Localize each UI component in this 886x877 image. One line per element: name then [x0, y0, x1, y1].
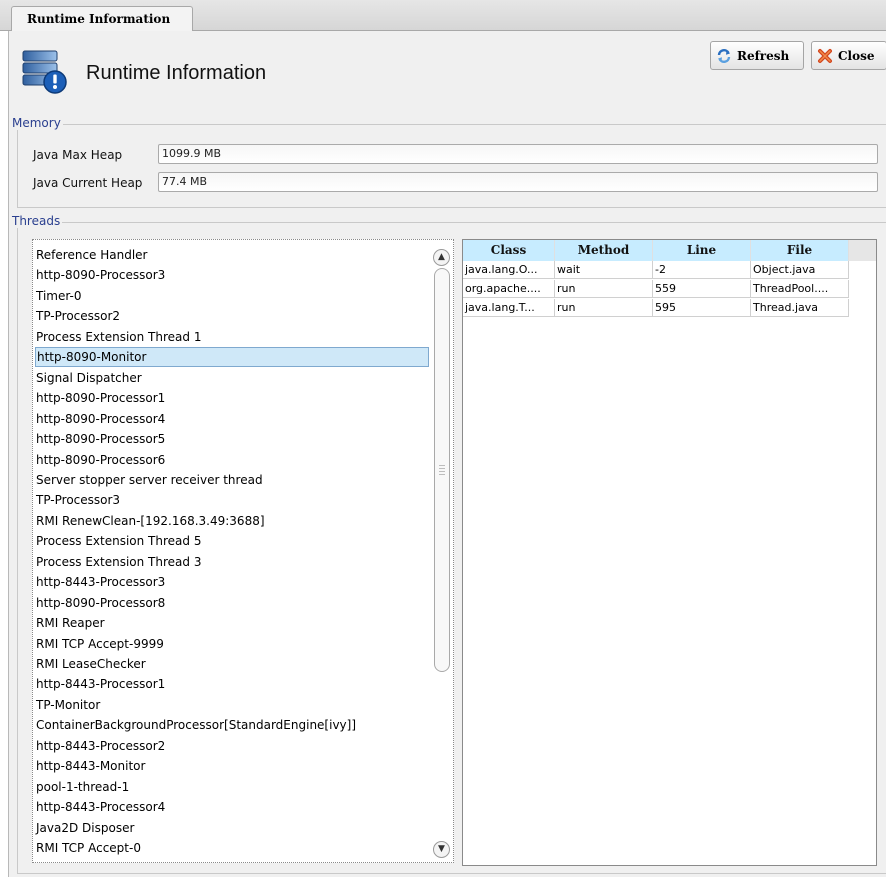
thread-list-item[interactable]: http-8443-Processor4	[35, 797, 429, 817]
table-cell[interactable]: org.apache....	[463, 280, 555, 298]
thread-list-item[interactable]: RMI RenewClean-[192.168.3.49:3688]	[35, 511, 429, 531]
table-cell[interactable]: -2	[653, 261, 751, 279]
current-heap-label: Java Current Heap	[33, 176, 143, 190]
thread-list-item[interactable]: RMI TCP Accept-9999	[35, 634, 429, 654]
thread-list-item[interactable]: RMI LeaseChecker	[35, 654, 429, 674]
thread-list-item[interactable]: RMI TCP Accept-0	[35, 838, 429, 858]
grip-line	[439, 468, 445, 469]
table-cell[interactable]: wait	[555, 261, 653, 279]
scroll-down-button[interactable]: ▼	[433, 841, 450, 858]
tab-label: Runtime Information	[27, 12, 171, 26]
thread-list-item[interactable]: http-8090-Processor4	[35, 409, 429, 429]
thread-list-item[interactable]: Process Extension Thread 1	[35, 327, 429, 347]
thread-list[interactable]: ▲ ▼ Reference Handler http-8090-Processor…	[32, 239, 454, 863]
tab-runtime-information[interactable]: Runtime Information	[11, 6, 193, 32]
tab-strip: Runtime Information	[0, 0, 886, 32]
thread-list-item[interactable]: http-8090-Processor8	[35, 593, 429, 613]
thread-list-item[interactable]: Timer-0	[35, 286, 429, 306]
threads-legend: Threads	[10, 214, 63, 228]
thread-list-item[interactable]: http-8090-Processor5	[35, 429, 429, 449]
page-title: Runtime Information	[86, 62, 267, 84]
table-cell[interactable]: ThreadPool....	[751, 280, 849, 298]
thread-list-item[interactable]: http-8090-Monitor	[35, 347, 429, 368]
refresh-icon	[717, 48, 731, 63]
thread-list-item[interactable]: TP-Monitor	[35, 695, 429, 715]
max-heap-label: Java Max Heap	[33, 148, 123, 162]
thread-list-item[interactable]: http-8090-Processor6	[35, 450, 429, 470]
close-button[interactable]: Close	[811, 41, 886, 70]
stack-trace-table: Class Method Line File java.lang.O... wait -2 O…	[462, 239, 877, 866]
scroll-up-button[interactable]: ▲	[433, 249, 450, 266]
thread-list-item[interactable]: http-8443-Monitor	[35, 756, 429, 776]
thread-list-item[interactable]: http-8443-Processor2	[35, 736, 429, 756]
table-cell[interactable]: 595	[653, 299, 751, 317]
thread-list-item[interactable]: Process Extension Thread 5	[35, 531, 429, 551]
thread-list-item[interactable]: TP-Processor2	[35, 306, 429, 326]
thread-list-item[interactable]: Java2D Disposer	[35, 818, 429, 838]
table-cell[interactable]: Object.java	[751, 261, 849, 279]
thread-list-item[interactable]: Server stopper server receiver thread	[35, 470, 429, 490]
thread-list-item[interactable]: Process Extension Thread 3	[35, 552, 429, 572]
thread-list-item[interactable]: http-8090-Processor3	[35, 265, 429, 285]
table-cell[interactable]: java.lang.T...	[463, 299, 555, 317]
column-header-filler	[849, 240, 876, 261]
refresh-button[interactable]: Refresh	[710, 41, 804, 70]
column-header-method[interactable]: Method	[555, 240, 653, 261]
thread-list-item[interactable]: http-8443-Processor3	[35, 572, 429, 592]
table-cell[interactable]: Thread.java	[751, 299, 849, 317]
memory-group	[17, 124, 886, 208]
scrollbar-thumb[interactable]	[434, 268, 450, 672]
thread-list-item[interactable]: http-8443-Processor1	[35, 674, 429, 694]
column-header-class[interactable]: Class	[463, 240, 555, 261]
refresh-label: Refresh	[737, 48, 790, 63]
current-heap-field[interactable]: 77.4 MB	[158, 172, 878, 192]
column-header-line[interactable]: Line	[653, 240, 751, 261]
thread-list-item[interactable]: Reference Handler	[35, 245, 429, 265]
table-cell[interactable]: java.lang.O...	[463, 261, 555, 279]
memory-legend: Memory	[10, 116, 63, 130]
thread-list-item[interactable]: Signal Dispatcher	[35, 368, 429, 388]
grip-line	[439, 474, 445, 475]
max-heap-field[interactable]: 1099.9 MB	[158, 144, 878, 164]
grip-line	[439, 471, 445, 472]
table-cell[interactable]: 559	[653, 280, 751, 298]
thread-list-item[interactable]: TP-Processor3	[35, 490, 429, 510]
thread-list-item[interactable]: RMI Reaper	[35, 613, 429, 633]
table-cell[interactable]: run	[555, 280, 653, 298]
grip-line	[439, 465, 445, 466]
thread-list-item[interactable]: pool-1-thread-1	[35, 777, 429, 797]
close-label: Close	[838, 48, 875, 63]
table-cell[interactable]: run	[555, 299, 653, 317]
server-info-icon	[22, 50, 67, 94]
thread-list-item[interactable]: http-8090-Processor1	[35, 388, 429, 408]
close-icon	[818, 48, 832, 63]
column-header-file[interactable]: File	[751, 240, 849, 261]
thread-list-item[interactable]: ContainerBackgroundProcessor[StandardEng…	[35, 715, 429, 735]
